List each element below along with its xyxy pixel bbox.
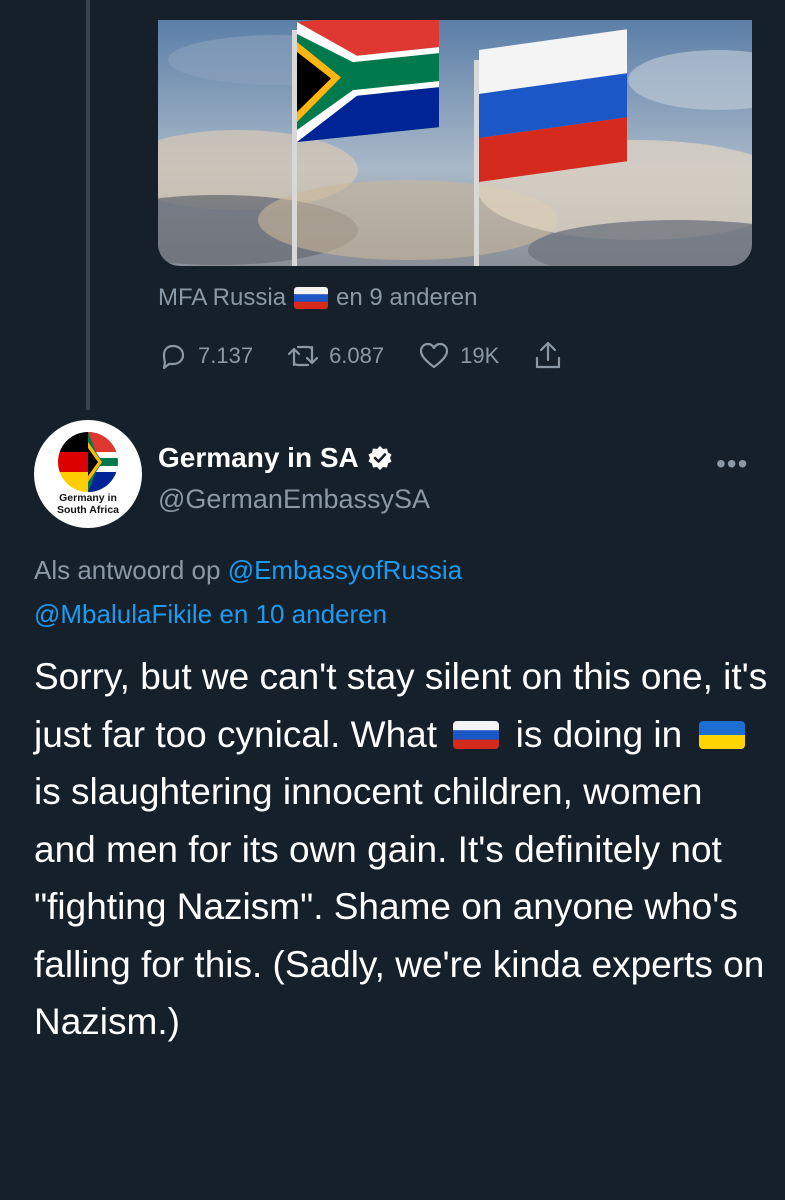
russia-flag-icon — [294, 287, 329, 309]
share-button[interactable] — [533, 340, 563, 372]
share-icon — [536, 341, 561, 369]
heart-icon — [420, 342, 449, 369]
reply-icon — [162, 344, 185, 370]
author-handle[interactable]: @GermanEmbassySA — [158, 484, 430, 515]
reply-button[interactable]: 7.137 — [158, 341, 253, 371]
tweet-text-part2: is doing in — [515, 713, 683, 755]
avatar-caption-line1: Germany in — [59, 492, 117, 504]
author-name-row[interactable]: Germany in SA — [158, 442, 393, 474]
more-options-icon[interactable]: ••• — [716, 448, 748, 480]
avatar[interactable]: Germany in South Africa — [34, 420, 142, 528]
social-context-liked-by[interactable]: MFA Russia en 9 anderen — [158, 284, 478, 312]
reply-context: Als antwoord op @EmbassyofRussia @Mbalul… — [34, 548, 754, 636]
avatar-caption-line2: South Africa — [56, 504, 120, 516]
like-count: 19K — [460, 343, 500, 368]
reply-mention-embassyofrussia[interactable]: @EmbassyofRussia — [228, 555, 462, 585]
reply-mention-mbalulafikile[interactable]: @MbalulaFikile — [34, 599, 212, 629]
retweet-count: 6.087 — [329, 343, 385, 368]
verified-badge-icon — [368, 446, 392, 470]
tweet-text-part3: is slaughtering innocent children, women… — [34, 771, 765, 1042]
retweet-button[interactable]: 6.087 — [287, 341, 384, 371]
reply-others[interactable]: en 10 anderen — [219, 599, 387, 629]
tweet-action-bar: 7.137 6.087 19K — [158, 336, 597, 376]
tweet-image-flags[interactable] — [158, 20, 752, 266]
liked-by-name[interactable]: MFA Russia — [158, 284, 286, 312]
avatar-caption: Germany in South Africa — [34, 492, 142, 516]
flags-photo — [158, 20, 752, 266]
ukraine-flag-icon — [698, 720, 745, 749]
liked-by-rest[interactable]: en 9 anderen — [336, 284, 477, 312]
retweet-icon — [287, 345, 319, 367]
tweet-body: Sorry, but we can't stay silent on this … — [34, 648, 774, 1051]
reply-prefix: Als antwoord op — [34, 555, 221, 585]
russia-flag-icon — [453, 720, 500, 749]
like-button[interactable]: 19K — [418, 341, 499, 371]
author-display-name[interactable]: Germany in SA — [158, 442, 359, 474]
thread-connector-line — [86, 0, 90, 410]
reply-count: 7.137 — [198, 343, 254, 368]
